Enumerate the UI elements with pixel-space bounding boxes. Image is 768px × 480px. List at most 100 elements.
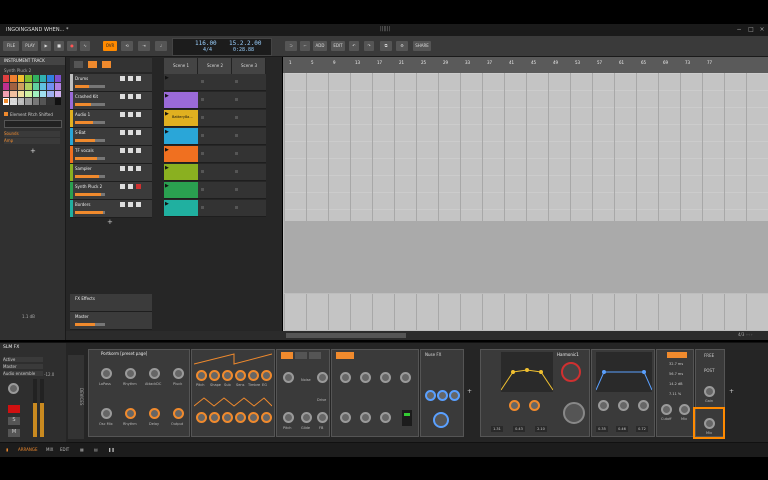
- slot-stop-icon[interactable]: [201, 188, 204, 191]
- clip-play-icon[interactable]: ▶: [165, 147, 169, 153]
- layout-icon[interactable]: ▮: [6, 447, 8, 452]
- polysynth-device[interactable]: Portkorm [preset page] LoPass Rhythm Att…: [88, 349, 190, 437]
- empty-clip-slot[interactable]: [232, 164, 266, 181]
- eq-value-1[interactable]: 1.31: [491, 426, 503, 432]
- track-header[interactable]: Audio 1: [70, 110, 152, 128]
- filter-mode-2[interactable]: [295, 352, 307, 359]
- eq-band-knob-1[interactable]: [509, 400, 520, 411]
- mod-knob-6[interactable]: [360, 412, 371, 423]
- empty-clip-slot[interactable]: [232, 182, 266, 199]
- mute-toggle[interactable]: [120, 148, 125, 153]
- eq2-knob-2[interactable]: [618, 400, 629, 411]
- mute-toggle[interactable]: [120, 130, 125, 135]
- mod-knob-5[interactable]: [340, 412, 351, 423]
- empty-clip-slot[interactable]: [232, 146, 266, 163]
- timeline-ruler[interactable]: 1 5 9 13 17 21 25 29 33 37 41 45 49 53 57 61 65 69 73 77: [283, 57, 768, 73]
- inspector-toggle-icon[interactable]: ❚❚: [108, 447, 115, 452]
- mute-toggle[interactable]: [120, 76, 125, 81]
- pitch-knob[interactable]: [196, 370, 207, 381]
- record-arm-button[interactable]: [8, 405, 20, 413]
- slot-stop-icon[interactable]: [201, 116, 204, 119]
- panel-toggle-icon[interactable]: ▦: [80, 447, 84, 452]
- comp-mix-knob[interactable]: [679, 404, 690, 415]
- delay-knob[interactable]: [149, 408, 160, 419]
- slot-stop-icon[interactable]: [235, 116, 238, 119]
- arm-toggle[interactable]: [136, 112, 141, 117]
- track-header[interactable]: S-Bat: [70, 128, 152, 146]
- noise-knob[interactable]: [283, 372, 294, 383]
- slot-stop-icon[interactable]: [235, 206, 238, 209]
- mod-tab-1[interactable]: [336, 352, 354, 359]
- empty-clip-slot[interactable]: [232, 110, 266, 127]
- arm-toggle[interactable]: [136, 76, 141, 81]
- arranger-empty-area[interactable]: [284, 221, 768, 293]
- solo-toggle[interactable]: [128, 130, 133, 135]
- solo-button[interactable]: S: [8, 417, 20, 425]
- clip-play-icon[interactable]: ▶: [165, 129, 169, 135]
- arrange-tab[interactable]: ARRANGE: [18, 447, 38, 452]
- track-volume-fader[interactable]: [75, 193, 105, 196]
- track-volume-fader[interactable]: [75, 121, 105, 124]
- out-knob-1[interactable]: [425, 390, 436, 401]
- comp-value-1[interactable]: 32.7 ms: [669, 362, 683, 366]
- track-volume-fader[interactable]: [75, 85, 105, 88]
- track-header[interactable]: TF vocals: [70, 146, 152, 164]
- slot-stop-icon[interactable]: [201, 170, 204, 173]
- mod-knob-7[interactable]: [380, 412, 391, 423]
- scene-header-2[interactable]: Scene 2: [198, 58, 232, 74]
- filter-mode-3[interactable]: [309, 352, 321, 359]
- slot-stop-icon[interactable]: [235, 98, 238, 101]
- shape2-knob[interactable]: [209, 412, 220, 423]
- empty-clip-slot[interactable]: [232, 200, 266, 217]
- output-knob[interactable]: [173, 408, 184, 419]
- mod-knob-2[interactable]: [360, 372, 371, 383]
- post-label[interactable]: POST: [704, 368, 715, 373]
- clip-slot[interactable]: ▶: [164, 146, 198, 163]
- modulation-section[interactable]: [331, 349, 419, 437]
- overdub-button[interactable]: OVR: [103, 41, 117, 51]
- active-checkbox[interactable]: [4, 99, 8, 103]
- slot-stop-icon[interactable]: [201, 134, 204, 137]
- add-send-icon[interactable]: +: [30, 147, 36, 155]
- eq-band-knob-2[interactable]: [529, 400, 540, 411]
- slot-stop-icon[interactable]: [201, 206, 204, 209]
- clip-slot[interactable]: ▶: [164, 128, 198, 145]
- empty-clip-slot[interactable]: [198, 182, 232, 199]
- clip-play-icon[interactable]: ▶: [165, 75, 169, 81]
- mod-knob-3[interactable]: [380, 372, 391, 383]
- punch-icon[interactable]: ⇥: [138, 41, 150, 51]
- eq-value-3[interactable]: 2.10: [535, 426, 547, 432]
- slot-stop-icon[interactable]: [201, 98, 204, 101]
- empty-clip-slot[interactable]: [198, 74, 232, 91]
- mod-knob-4[interactable]: [400, 372, 411, 383]
- eq2-knob-1[interactable]: [598, 400, 609, 411]
- loop-icon[interactable]: ⟲: [121, 41, 133, 51]
- clip-play-icon[interactable]: ▶: [165, 111, 169, 117]
- solo-toggle[interactable]: [128, 184, 133, 189]
- time-signature[interactable]: 4/4: [203, 47, 212, 53]
- solo-toggle[interactable]: [128, 94, 133, 99]
- pitch-field[interactable]: [4, 120, 62, 128]
- clip-slot[interactable]: ▶: [164, 74, 198, 91]
- arranger-master-lanes[interactable]: [284, 294, 768, 330]
- slot-stop-icon[interactable]: [235, 188, 238, 191]
- inspector-track-name[interactable]: Synth Pluck 2: [4, 68, 31, 73]
- copy-icon[interactable]: ⧉: [380, 41, 392, 51]
- attack-knob[interactable]: [149, 368, 160, 379]
- minimize-icon[interactable]: −: [735, 26, 743, 34]
- tempo-display[interactable]: 116.00: [195, 40, 217, 47]
- arrange-icon[interactable]: [74, 61, 83, 68]
- track-header[interactable]: Synth Pluck 2: [70, 182, 152, 200]
- timbre2-knob[interactable]: [248, 412, 259, 423]
- device-preset-name[interactable]: Portkorm [preset page]: [101, 351, 147, 356]
- scene-header-1[interactable]: Scene 1: [164, 58, 198, 74]
- mixer-icon[interactable]: [102, 61, 111, 68]
- track-volume-fader[interactable]: [75, 139, 105, 142]
- add-button[interactable]: ADD: [313, 41, 327, 51]
- track-header[interactable]: Borders: [70, 200, 152, 218]
- mixer-item-2[interactable]: Master: [3, 364, 43, 369]
- clip-play-icon[interactable]: ▶: [165, 183, 169, 189]
- sub-knob[interactable]: [222, 370, 233, 381]
- eq-device-2[interactable]: 0.35 0.46 0.72: [591, 349, 655, 437]
- tool-icon[interactable]: ⌐: [300, 41, 310, 51]
